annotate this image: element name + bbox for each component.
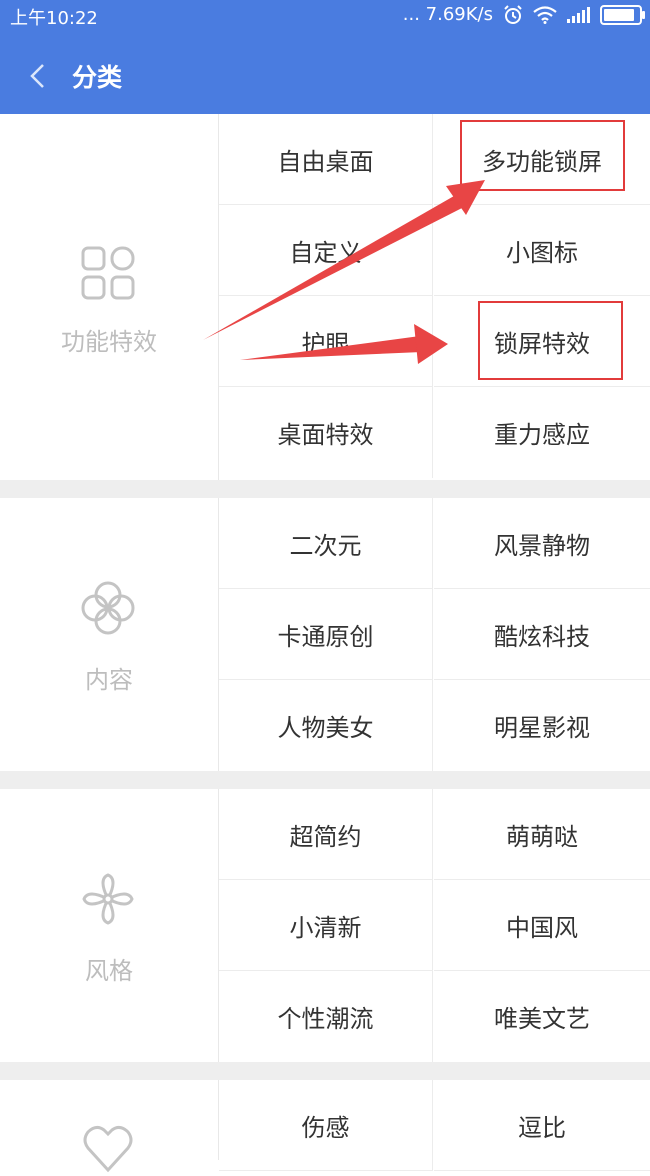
signal-icon (567, 6, 590, 23)
category-item[interactable]: 重力感应 (434, 387, 650, 478)
section-divider (0, 480, 650, 498)
category-item[interactable]: 卡通原创 (219, 589, 433, 680)
category-item[interactable]: 中国风 (434, 880, 650, 971)
category-label: 风格 (85, 957, 133, 985)
category-section-function: 功能特效 自由桌面 多功能锁屏 自定义 小图标 护眼 锁屏特效 桌面特效 重力感… (0, 114, 650, 480)
category-label: 内容 (85, 666, 133, 694)
top-bar: 上午10:22 ... 7.69K/s 分类 (0, 0, 650, 114)
category-item[interactable]: 小清新 (219, 880, 433, 971)
category-item[interactable]: 超简约 (219, 789, 433, 880)
heart-icon (83, 1125, 133, 1173)
category-header[interactable] (0, 1080, 219, 1173)
category-header[interactable]: 内容 (0, 498, 219, 771)
category-item[interactable]: 明星影视 (434, 680, 650, 771)
status-time: 上午10:22 (10, 8, 98, 29)
grid-icon (81, 246, 135, 300)
status-right: ... 7.69K/s (402, 4, 645, 25)
network-speed: ... 7.69K/s (402, 4, 493, 25)
category-item[interactable]: 护眼 (219, 296, 433, 387)
category-section-content: 内容 二次元 风景静物 卡通原创 酷炫科技 人物美女 明星影视 (0, 498, 650, 771)
category-item[interactable]: 桌面特效 (219, 387, 433, 478)
category-item[interactable]: 风景静物 (434, 498, 650, 589)
status-bar: 上午10:22 ... 7.69K/s (0, 0, 650, 34)
battery-icon (600, 4, 645, 25)
category-item[interactable]: 多功能锁屏 (434, 114, 650, 205)
category-item[interactable]: 伤感 (219, 1080, 433, 1171)
category-section-style: 风格 超简约 萌萌哒 小清新 中国风 个性潮流 唯美文艺 (0, 789, 650, 1062)
pinwheel-icon (82, 873, 134, 925)
category-header[interactable]: 功能特效 (0, 114, 219, 480)
chevron-left-icon (30, 64, 44, 88)
category-item[interactable]: 自定义 (219, 205, 433, 296)
section-divider (0, 1062, 650, 1080)
category-item[interactable]: 小图标 (434, 205, 650, 296)
clover-icon (81, 581, 135, 635)
category-item[interactable]: 酷炫科技 (434, 589, 650, 680)
category-header[interactable]: 风格 (0, 789, 219, 1062)
section-divider (0, 771, 650, 789)
category-section-emotion: 伤感 逗比 (0, 1080, 650, 1173)
wifi-icon (533, 5, 557, 24)
category-item[interactable]: 逗比 (434, 1080, 650, 1171)
category-item[interactable]: 个性潮流 (219, 971, 433, 1062)
category-item[interactable]: 唯美文艺 (434, 971, 650, 1062)
category-item[interactable]: 二次元 (219, 498, 433, 589)
category-item[interactable]: 人物美女 (219, 680, 433, 771)
category-label: 功能特效 (61, 328, 157, 356)
back-button[interactable] (20, 44, 54, 108)
category-item[interactable]: 锁屏特效 (434, 296, 650, 387)
category-item[interactable]: 自由桌面 (219, 114, 433, 205)
title-bar: 分类 (0, 44, 650, 108)
category-item[interactable]: 萌萌哒 (434, 789, 650, 880)
page-title: 分类 (72, 63, 123, 92)
alarm-icon (504, 4, 522, 24)
